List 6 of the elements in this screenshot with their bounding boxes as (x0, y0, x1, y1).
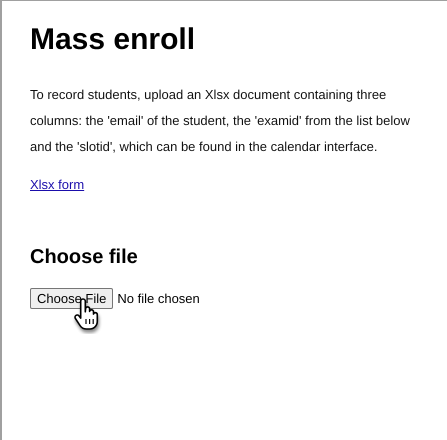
choose-file-button[interactable]: Choose File (30, 288, 114, 309)
xlsx-form-link[interactable]: Xlsx form (30, 172, 84, 198)
section-title: Choose file (30, 245, 139, 270)
instructions-text: To record students, upload an Xlsx document containing three columns: the 'email' of the student, the 'examid' from the list below and the 'slotid', which can be found in the calendar interface. (30, 86, 411, 156)
page-title: Mass enroll (30, 22, 196, 58)
file-status-text: No file chosen (117, 291, 200, 306)
